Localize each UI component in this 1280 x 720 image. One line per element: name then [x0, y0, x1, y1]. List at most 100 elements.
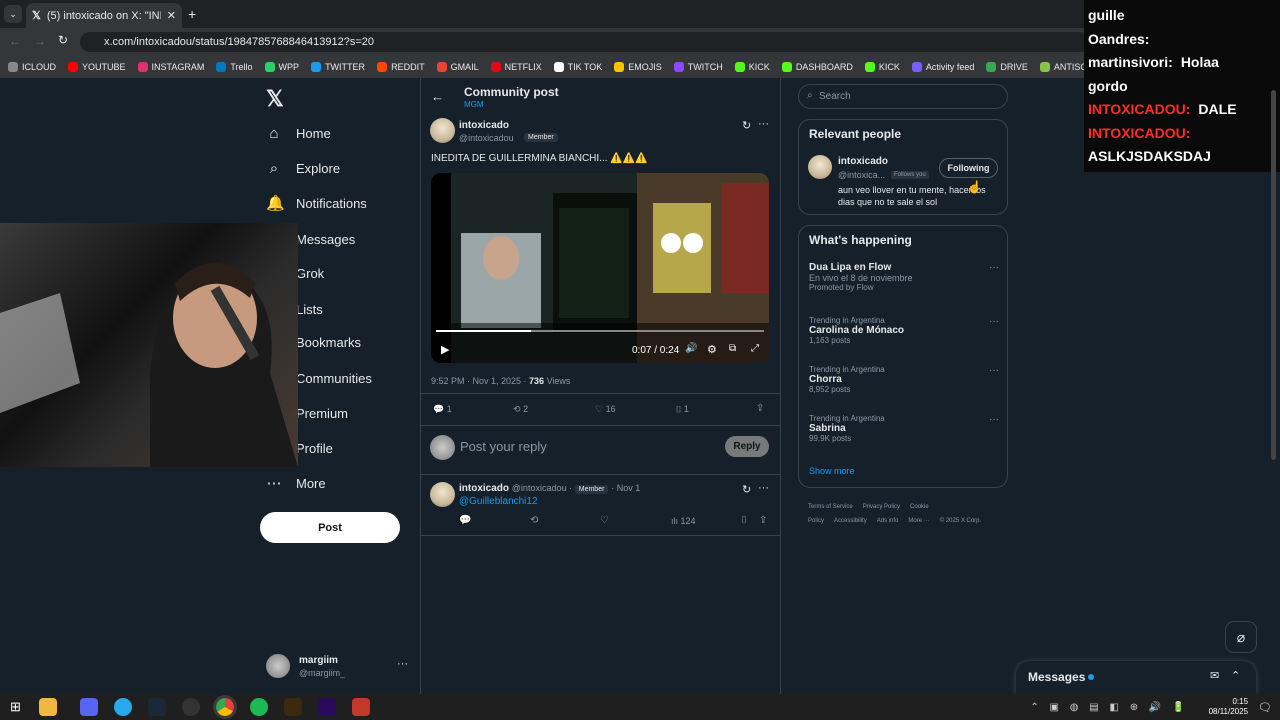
bookmark-item[interactable]: YOUTUBE [68, 62, 126, 72]
system-tray-icons[interactable]: ⌃ ▣ ◍ ▤ ◧ ⊕ 🔊 🔋 [1030, 702, 1188, 713]
chevron-up-icon[interactable]: ⌃ [1231, 669, 1240, 682]
compose-icon[interactable]: ✉ [1210, 669, 1219, 682]
bookmark-item[interactable]: REDDIT [377, 62, 425, 72]
back-icon[interactable]: ← [431, 89, 444, 104]
post-timestamp[interactable]: 9:52 PM · Nov 1, 2025 · [431, 376, 529, 386]
sidebar-item-home[interactable]: ⌂ Home [266, 125, 330, 142]
reply-author-handle[interactable]: @intoxicadou · [512, 483, 572, 493]
reply-date[interactable]: · Nov 1 [611, 483, 640, 493]
sidebar-item-notifications[interactable]: 🔔 Notifications [266, 194, 367, 212]
fullscreen-icon[interactable]: ⤢ [751, 343, 759, 354]
chrome-icon[interactable] [212, 695, 237, 719]
footer-link[interactable]: © 2025 X Corp. [940, 518, 981, 524]
premiere-icon[interactable] [317, 698, 336, 716]
messages-drawer[interactable]: Messages ✉ ⌃ [1016, 661, 1256, 694]
post-author-name[interactable]: intoxicado [459, 120, 509, 131]
heart-icon[interactable]: ♡ [600, 515, 609, 526]
more-icon[interactable]: ··· [758, 118, 769, 130]
file-explorer-icon[interactable] [38, 698, 57, 716]
trend-item[interactable]: Trending in Argentina Carolina de Mónaco 1… [809, 316, 999, 345]
sidebar-item-explore[interactable]: ⌕ Explore [266, 160, 340, 177]
post-author-avatar[interactable] [430, 118, 455, 143]
bookmark-item[interactable]: DRIVE [986, 62, 1028, 72]
browser-tab-active[interactable]: 𝕏 (5) intoxicado on X: "INEDITA D ✕ [26, 3, 182, 28]
following-button[interactable]: Following [939, 158, 998, 178]
bookmark-item[interactable]: TWITCH [673, 62, 723, 72]
community-name[interactable]: MGM [464, 100, 484, 109]
steam-icon[interactable] [147, 698, 166, 716]
bookmark-item[interactable]: GMAIL [436, 62, 479, 72]
new-tab-button[interactable]: + [188, 6, 196, 22]
more-icon[interactable]: ··· [989, 414, 999, 425]
grok-fab[interactable]: ⌀ [1225, 621, 1257, 653]
x-logo-icon[interactable]: 𝕏 [266, 86, 284, 112]
bookmark-item[interactable]: ICLOUD [8, 62, 56, 72]
volume-icon[interactable]: 🔊 [685, 343, 697, 354]
bookmark-icon[interactable]: ⌷ [741, 515, 747, 526]
close-icon[interactable]: ✕ [167, 9, 176, 22]
windows-start-icon[interactable]: ⊞ [10, 699, 21, 715]
bookmark-item[interactable]: KICK [734, 62, 770, 72]
settings-icon[interactable]: ⚙ [707, 343, 717, 356]
obs-icon[interactable] [181, 698, 200, 716]
notification-icon[interactable]: 🗨 [1258, 701, 1272, 714]
grok-icon[interactable]: ↻ [742, 119, 751, 132]
views-action[interactable]: ılı 124 [671, 516, 696, 526]
more-icon[interactable]: ··· [989, 365, 999, 376]
like-action[interactable]: ♡ 16 [595, 404, 616, 415]
footer-link[interactable]: Terms of Service [808, 504, 853, 510]
bookmark-item[interactable]: KICK [864, 62, 900, 72]
more-icon[interactable]: ··· [758, 482, 769, 494]
bookmark-item[interactable]: Trello [216, 62, 253, 72]
sidebar-item-more[interactable]: ⋯ More [266, 474, 326, 492]
discord-icon[interactable] [79, 698, 98, 716]
bookmark-action[interactable]: ⌷ 1 [676, 404, 689, 415]
repost-action[interactable]: ⟲ 2 [513, 404, 528, 415]
system-clock[interactable]: 0:15 08/11/2025 [1209, 697, 1248, 717]
bookmark-item[interactable]: WPP [264, 62, 299, 72]
forward-icon[interactable]: → [34, 34, 46, 48]
account-switcher[interactable]: margiim @margiim_ ··· [266, 654, 416, 680]
more-icon[interactable]: ··· [989, 262, 999, 273]
reply-action[interactable]: 💬 1 [433, 404, 452, 415]
bookmark-item[interactable]: Activity feed [911, 62, 974, 72]
footer-link[interactable]: Ads info [877, 518, 899, 524]
url-field[interactable]: x.com/intoxicadou/status/198478576884641… [80, 32, 1090, 52]
share-icon[interactable]: ⇪ [756, 403, 764, 414]
bookmark-item[interactable]: NETFLIX [490, 62, 542, 72]
trend-item[interactable]: Trending in Argentina Chorra 8,952 posts ··… [809, 365, 999, 394]
reload-icon[interactable]: ↻ [58, 33, 68, 47]
more-icon[interactable]: ··· [397, 658, 408, 670]
show-more-link[interactable]: Show more [809, 466, 855, 476]
trend-item[interactable]: Dua Lipa en Flow En vivo el 8 de noviembr… [809, 262, 999, 292]
search-input[interactable]: ⌕ Search [798, 84, 1008, 109]
share-icon[interactable]: ⇪ [759, 515, 767, 526]
app-icon[interactable] [351, 698, 370, 716]
repost-icon[interactable]: ⟲ [530, 515, 538, 526]
relevant-handle[interactable]: @intoxica... [838, 170, 885, 180]
spotify-icon[interactable] [249, 698, 268, 716]
pip-icon[interactable]: ⧉ [729, 343, 736, 354]
bookmark-item[interactable]: EMOJIS [614, 62, 662, 72]
bookmark-item[interactable]: DASHBOARD [781, 62, 853, 72]
footer-link[interactable]: Accessibility [834, 518, 867, 524]
play-icon[interactable]: ▶ [441, 343, 449, 356]
grok-icon[interactable]: ↻ [742, 483, 751, 496]
relevant-avatar[interactable] [808, 155, 832, 179]
bookmark-item[interactable]: TIK TOK [553, 62, 602, 72]
reply-input[interactable]: Post your reply [460, 439, 547, 454]
trend-item[interactable]: Trending in Argentina Sabrina 99.9K posts ·… [809, 414, 999, 443]
post-button[interactable]: Post [260, 512, 400, 543]
footer-link[interactable]: More ··· [908, 518, 929, 524]
bookmark-item[interactable]: INSTAGRAM [137, 62, 204, 72]
reply-icon[interactable]: 💬 [459, 515, 471, 526]
scrollbar[interactable] [1271, 90, 1276, 460]
app-icon[interactable] [283, 698, 302, 716]
bookmark-item[interactable]: TWITTER [311, 62, 365, 72]
back-icon[interactable]: ← [9, 34, 21, 48]
video-player[interactable]: ▶ 0:07 / 0:24 🔊 ⚙ ⧉ ⤢ [431, 173, 769, 363]
more-icon[interactable]: ··· [989, 316, 999, 327]
tab-search-button[interactable]: ⌄ [4, 5, 22, 23]
telegram-icon[interactable] [113, 698, 132, 716]
reply-author-name[interactable]: intoxicado [459, 483, 509, 494]
